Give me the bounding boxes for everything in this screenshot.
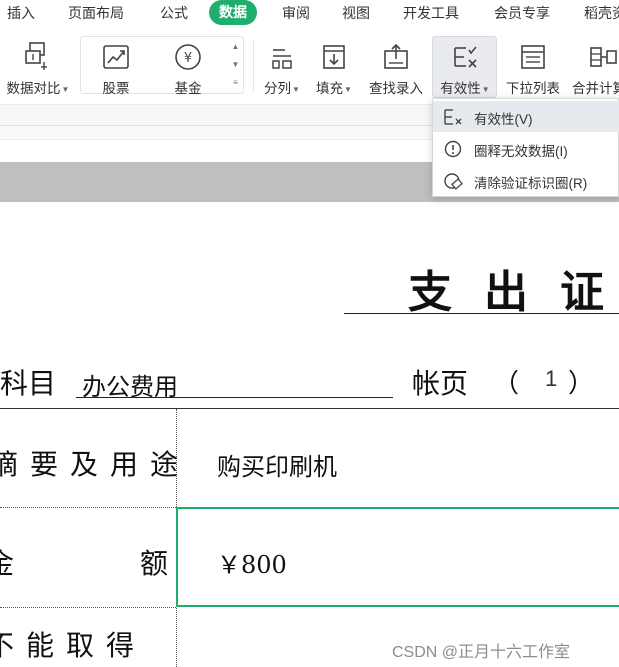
page-label: 帐页 — [412, 367, 469, 400]
merge-calc-label: 合并计算 — [572, 81, 619, 96]
funds-button[interactable]: ¥ 基金 — [164, 40, 212, 97]
tab-member[interactable]: 会员专享 — [494, 4, 550, 22]
chevron-down-icon: ▼ — [61, 84, 70, 94]
dropdown-list-button[interactable]: 下拉列表 — [502, 40, 564, 97]
ribbon-separator — [253, 40, 254, 92]
stocks-label: 股票 — [102, 81, 130, 96]
purpose-label: 摘要及用途 — [0, 448, 191, 481]
amount-label-left: 金 — [0, 547, 15, 580]
menu-item-circle-invalid[interactable]: 圈释无效数据(I) — [433, 133, 619, 164]
gallery-scroll-up-icon[interactable]: ▲ — [228, 38, 243, 56]
page-open-paren: （ — [493, 369, 520, 399]
subject-label: 科目 — [0, 367, 57, 400]
menu-item-label: 有效性(V) — [474, 112, 533, 127]
ribbon-tab-bar: 插入 页面布局 公式 数据 审阅 视图 开发工具 会员专享 稻壳资源 — [0, 0, 619, 26]
data-compare-label: 数据对比 — [6, 81, 61, 96]
tab-data[interactable]: 数据 — [209, 0, 257, 25]
svg-text:¥: ¥ — [184, 51, 192, 66]
table-top-border — [0, 408, 619, 409]
tab-formulas[interactable]: 公式 — [160, 4, 188, 22]
subject-underline — [76, 397, 393, 398]
tab-view[interactable]: 视图 — [342, 4, 370, 22]
chevron-down-icon: ▼ — [292, 84, 300, 94]
purpose-value[interactable]: 购买印刷机 — [217, 447, 337, 482]
tab-review[interactable]: 审阅 — [282, 4, 310, 22]
tab-insert[interactable]: 插入 — [7, 4, 35, 22]
title-underline — [344, 313, 619, 314]
validity-icon — [454, 46, 477, 68]
selected-cell[interactable] — [176, 507, 619, 607]
document-title: 支出证 — [408, 267, 619, 318]
page-number[interactable]: 1 — [545, 366, 557, 392]
menu-item-label: 圈释无效数据(I) — [474, 144, 568, 159]
fill-down-icon — [323, 45, 345, 69]
validity-dropdown-menu: 有效性(V) 圈释无效数据(I) 清除验证标识圈(R) — [432, 98, 619, 197]
circle-invalid-icon — [444, 140, 462, 158]
amount-label-right: 额 — [140, 547, 169, 580]
menu-item-validity[interactable]: 有效性(V) — [433, 101, 619, 132]
split-columns-icon — [272, 49, 292, 69]
fill-label: 填充 — [316, 81, 344, 96]
watermark: CSDN @正月十六工作室 — [392, 644, 571, 661]
unobtainable-label: 不能取得 — [0, 629, 147, 662]
clear-circle-icon — [444, 173, 463, 190]
yen-coin-icon: ¥ — [175, 44, 201, 70]
dropdown-list-icon — [521, 45, 545, 69]
data-compare-button[interactable]: 数据对比▼ — [2, 40, 74, 97]
tab-developer[interactable]: 开发工具 — [403, 4, 459, 22]
split-label: 分列 — [264, 81, 292, 96]
row-divider — [0, 507, 176, 508]
page-close-paren: ） — [568, 369, 595, 399]
menu-item-label: 清除验证标识圈(R) — [474, 176, 588, 191]
validity-label: 有效性 — [440, 81, 481, 96]
merge-calc-button[interactable]: 合并计算 — [572, 40, 619, 97]
stock-chart-icon — [103, 45, 129, 69]
dropdown-list-label: 下拉列表 — [506, 81, 560, 96]
validity-button[interactable]: 有效性▼ — [434, 40, 496, 97]
validity-icon — [444, 109, 462, 125]
lookup-entry-label: 查找录入 — [369, 81, 423, 96]
menu-item-clear-circles[interactable]: 清除验证标识圈(R) — [433, 165, 619, 196]
merge-calc-icon — [590, 47, 617, 67]
split-button[interactable]: 分列▼ — [258, 40, 306, 97]
chevron-down-icon: ▼ — [344, 84, 352, 94]
gallery-expand-icon[interactable]: ≡ — [228, 74, 243, 92]
tab-page-layout[interactable]: 页面布局 — [68, 4, 124, 22]
gallery-scroll-down-icon[interactable]: ▼ — [228, 56, 243, 74]
lookup-entry-button[interactable]: 查找录入 — [364, 40, 428, 97]
tab-docer[interactable]: 稻壳资源 — [584, 4, 619, 22]
funds-label: 基金 — [174, 81, 202, 96]
lookup-entry-icon — [384, 43, 408, 69]
row-divider — [0, 607, 176, 608]
fill-button[interactable]: 填充▼ — [310, 40, 358, 97]
data-compare-icon — [25, 42, 47, 70]
stocks-button[interactable]: 股票 — [92, 40, 140, 97]
chevron-down-icon: ▼ — [481, 84, 490, 94]
